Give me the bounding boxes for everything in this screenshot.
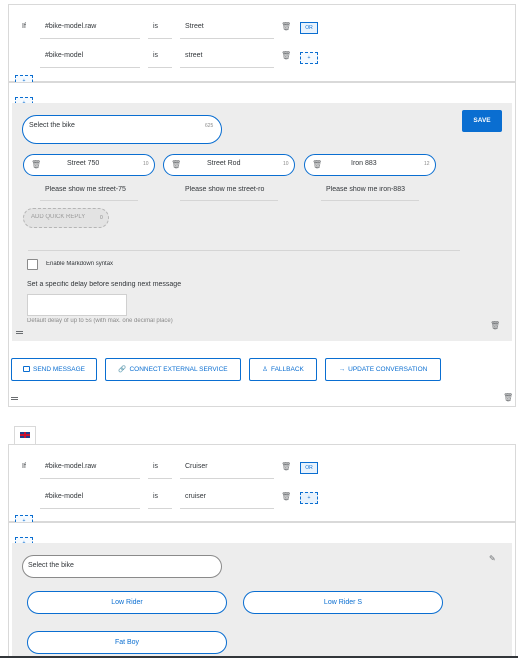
operator-underline	[148, 67, 172, 68]
quick-reply-title: Street Rod	[207, 160, 241, 167]
trash-icon[interactable]: 🗑	[31, 160, 41, 169]
quick-reply-label: Low Rider	[111, 599, 143, 606]
condition-value[interactable]: cruiser	[185, 493, 206, 500]
condition-field[interactable]: #bike-model	[45, 493, 83, 500]
condition-value[interactable]: Cruiser	[185, 463, 208, 470]
quick-reply-count: 12	[424, 161, 430, 167]
quick-reply-value[interactable]: Please show me street-75	[45, 186, 135, 193]
link-icon: 🔗	[118, 366, 127, 373]
delay-input[interactable]	[27, 294, 127, 316]
condition-field[interactable]: #bike-model	[45, 52, 83, 59]
uk-flag-icon[interactable]	[14, 426, 36, 444]
add-quick-reply-count: 0	[100, 215, 103, 221]
update-conversation-label: UPDATE CONVERSATION	[348, 366, 428, 373]
message-title-input[interactable]	[22, 115, 222, 144]
quick-reply-label: Fat Boy	[114, 639, 140, 646]
add-condition-button[interactable]: +	[300, 52, 318, 64]
save-button[interactable]: SAVE	[462, 110, 502, 132]
message-title-text: Select the bike	[28, 562, 74, 569]
fallback-button[interactable]: ♙ FALLBACK	[249, 358, 317, 381]
condition-block-1	[8, 4, 516, 82]
condition-value[interactable]: Street	[185, 23, 204, 30]
quick-reply-value[interactable]: Please show me iron-883	[326, 186, 416, 193]
or-button[interactable]: OR	[300, 462, 318, 474]
trash-icon[interactable]: 🗑	[281, 51, 291, 60]
quick-reply-button[interactable]: Low Rider S	[243, 591, 443, 614]
send-message-button[interactable]: SEND MESSAGE	[11, 358, 97, 381]
value-underline	[40, 200, 138, 201]
condition-operator[interactable]: is	[153, 23, 158, 30]
field-underline	[40, 508, 140, 509]
add-quick-reply-label: ADD QUICK REPLY	[31, 214, 86, 220]
trash-icon[interactable]: 🗑	[312, 160, 322, 169]
value-underline	[180, 200, 278, 201]
value-underline	[321, 200, 419, 201]
quick-reply-label: Low Rider S	[323, 599, 363, 606]
quick-reply-count: 10	[283, 161, 289, 167]
trash-icon[interactable]: 🗑	[503, 393, 513, 402]
update-conversation-button[interactable]: → UPDATE CONVERSATION	[325, 358, 441, 381]
quick-reply-count: 10	[143, 161, 149, 167]
send-message-label: SEND MESSAGE	[32, 366, 85, 373]
condition-operator[interactable]: is	[153, 493, 158, 500]
condition-value[interactable]: street	[185, 52, 203, 59]
operator-underline	[148, 478, 172, 479]
trash-icon[interactable]: 🗑	[490, 321, 500, 330]
markdown-label: Enable Markdown syntax	[46, 261, 114, 267]
quick-reply-value[interactable]: Please show me street-ro	[185, 186, 275, 193]
drag-handle-icon[interactable]	[16, 331, 23, 334]
trash-icon[interactable]: 🗑	[281, 462, 291, 471]
person-icon: ♙	[262, 366, 268, 373]
quick-reply-title: Street 750	[67, 160, 100, 167]
or-button[interactable]: OR	[300, 22, 318, 34]
field-underline	[40, 38, 140, 39]
title-char-count: 625	[205, 123, 214, 129]
drag-handle-icon[interactable]	[11, 397, 18, 400]
condition-operator[interactable]: is	[153, 463, 158, 470]
condition-operator[interactable]: is	[153, 52, 158, 59]
arrow-right-icon: →	[338, 366, 346, 373]
connect-external-service-label: CONNECT EXTERNAL SERVICE	[129, 366, 228, 373]
trash-icon[interactable]: 🗑	[171, 160, 181, 169]
condition-block-2	[8, 444, 516, 522]
separator	[28, 250, 460, 251]
quick-reply-button[interactable]: Low Rider	[27, 591, 227, 614]
if-label: If	[22, 23, 26, 30]
field-underline	[40, 478, 140, 479]
condition-field[interactable]: #bike-model.raw	[45, 463, 96, 470]
markdown-checkbox[interactable]	[27, 259, 38, 270]
connect-external-service-button[interactable]: 🔗 CONNECT EXTERNAL SERVICE	[105, 358, 241, 381]
condition-field[interactable]: #bike-model.raw	[45, 23, 96, 30]
fallback-label: FALLBACK	[270, 366, 304, 373]
message-icon	[22, 366, 30, 373]
operator-underline	[148, 508, 172, 509]
pencil-icon[interactable]: ✎	[489, 554, 496, 563]
trash-icon[interactable]: 🗑	[281, 492, 291, 501]
delay-label: Set a specific delay before sending next…	[27, 281, 182, 288]
trash-icon[interactable]: 🗑	[281, 22, 291, 31]
quick-reply-button[interactable]: Fat Boy	[27, 631, 227, 654]
value-underline	[180, 67, 274, 68]
delay-hint: Default delay of up to 5s (with max. one…	[27, 318, 173, 324]
add-condition-button[interactable]: +	[300, 492, 318, 504]
value-underline	[180, 508, 274, 509]
field-underline	[40, 67, 140, 68]
message-title-text: Select the bike	[29, 122, 75, 129]
quick-reply-title: Iron 883	[351, 160, 377, 167]
value-underline	[180, 38, 274, 39]
if-label: If	[22, 463, 26, 470]
operator-underline	[148, 38, 172, 39]
value-underline	[180, 478, 274, 479]
